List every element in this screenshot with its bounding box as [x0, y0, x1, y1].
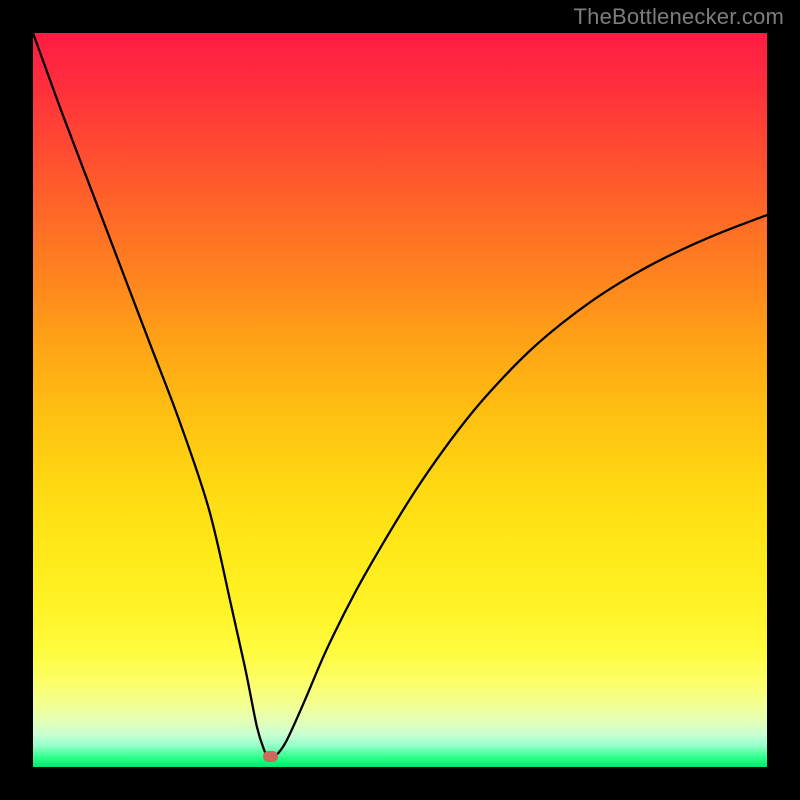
data-marker: [263, 751, 278, 762]
plot-area: [33, 33, 767, 767]
curve-line: [33, 33, 767, 767]
watermark-text: TheBottlenecker.com: [574, 4, 784, 30]
chart-frame: TheBottlenecker.com: [0, 0, 800, 800]
